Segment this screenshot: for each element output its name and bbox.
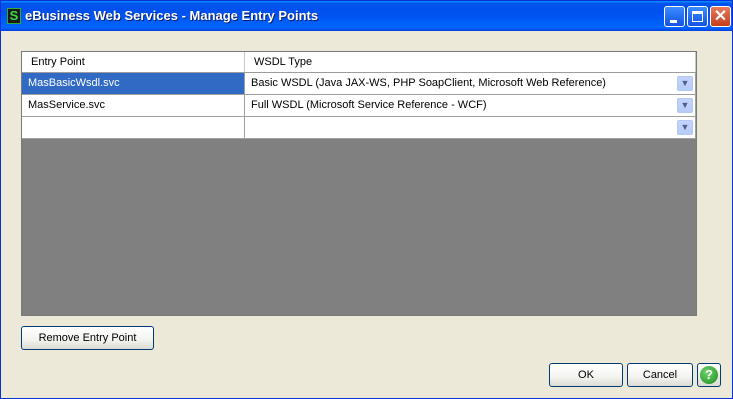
- cancel-button[interactable]: Cancel: [627, 363, 693, 387]
- title-bar[interactable]: S eBusiness Web Services - Manage Entry …: [1, 1, 732, 31]
- table-row[interactable]: ▼: [22, 117, 696, 139]
- manage-entry-points-window: S eBusiness Web Services - Manage Entry …: [0, 0, 733, 399]
- close-icon: ✕: [713, 8, 728, 25]
- minimize-icon: [670, 20, 677, 23]
- column-header-entry-point[interactable]: Entry Point: [22, 52, 245, 72]
- grid-header: Entry Point WSDL Type: [22, 52, 696, 73]
- chevron-down-icon: ▼: [680, 122, 690, 132]
- wsdl-type-value: Full WSDL (Microsoft Service Reference -…: [251, 99, 487, 111]
- entry-point-cell[interactable]: [22, 117, 245, 138]
- column-header-wsdl-type[interactable]: WSDL Type: [245, 52, 696, 72]
- wsdl-type-cell[interactable]: Full WSDL (Microsoft Service Reference -…: [245, 95, 696, 116]
- entry-point-cell[interactable]: MasBasicWsdl.svc: [22, 73, 245, 94]
- close-button[interactable]: ✕: [710, 6, 731, 27]
- table-row[interactable]: MasService.svc Full WSDL (Microsoft Serv…: [22, 95, 696, 117]
- wsdl-type-cell[interactable]: Basic WSDL (Java JAX-WS, PHP SoapClient,…: [245, 73, 696, 94]
- help-icon: ?: [700, 366, 718, 384]
- maximize-button[interactable]: [687, 6, 708, 27]
- entry-points-grid: Entry Point WSDL Type MasBasicWsdl.svc B…: [21, 51, 697, 316]
- chevron-down-icon: ▼: [680, 78, 690, 88]
- wsdl-type-dropdown-button[interactable]: ▼: [677, 76, 693, 91]
- entry-point-cell[interactable]: MasService.svc: [22, 95, 245, 116]
- wsdl-type-cell[interactable]: ▼: [245, 117, 696, 138]
- window-title: eBusiness Web Services - Manage Entry Po…: [25, 8, 319, 23]
- wsdl-type-dropdown-button[interactable]: ▼: [677, 120, 693, 135]
- maximize-icon: [692, 11, 703, 22]
- remove-entry-point-button[interactable]: Remove Entry Point: [21, 326, 154, 350]
- chevron-down-icon: ▼: [680, 100, 690, 110]
- help-button[interactable]: ?: [697, 363, 721, 387]
- table-row[interactable]: MasBasicWsdl.svc Basic WSDL (Java JAX-WS…: [22, 73, 696, 95]
- wsdl-type-dropdown-button[interactable]: ▼: [677, 98, 693, 113]
- wsdl-type-value: Basic WSDL (Java JAX-WS, PHP SoapClient,…: [251, 77, 606, 89]
- ok-button[interactable]: OK: [549, 363, 623, 387]
- minimize-button[interactable]: [664, 6, 685, 27]
- app-icon: S: [7, 8, 21, 24]
